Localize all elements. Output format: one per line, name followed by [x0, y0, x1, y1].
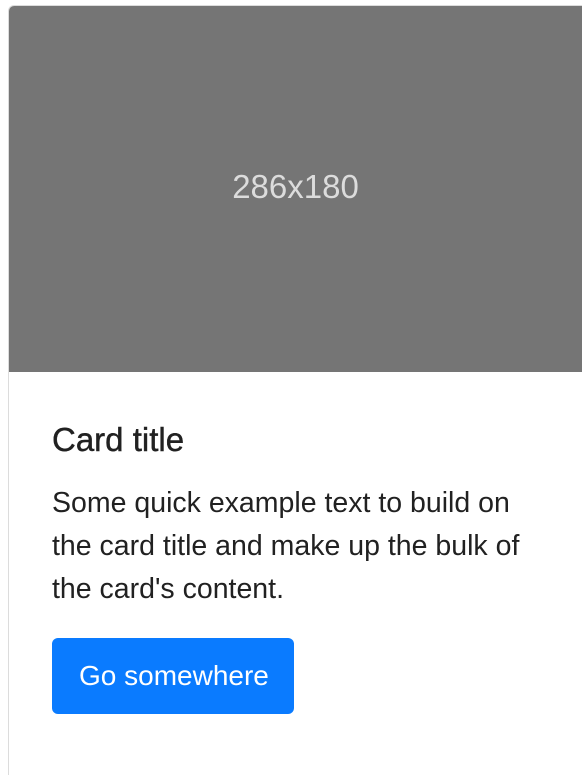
image-size-label: 286x180: [232, 168, 359, 205]
card-image-placeholder: 286x180: [9, 6, 582, 372]
card-text: Some quick example text to build on the …: [52, 487, 520, 605]
card-title: Card title: [52, 421, 185, 458]
card: 286x180 Card title Some quick example te…: [8, 5, 582, 775]
card-body: Card title Some quick example text to bu…: [9, 372, 582, 714]
go-somewhere-button[interactable]: Go somewhere: [52, 638, 294, 714]
